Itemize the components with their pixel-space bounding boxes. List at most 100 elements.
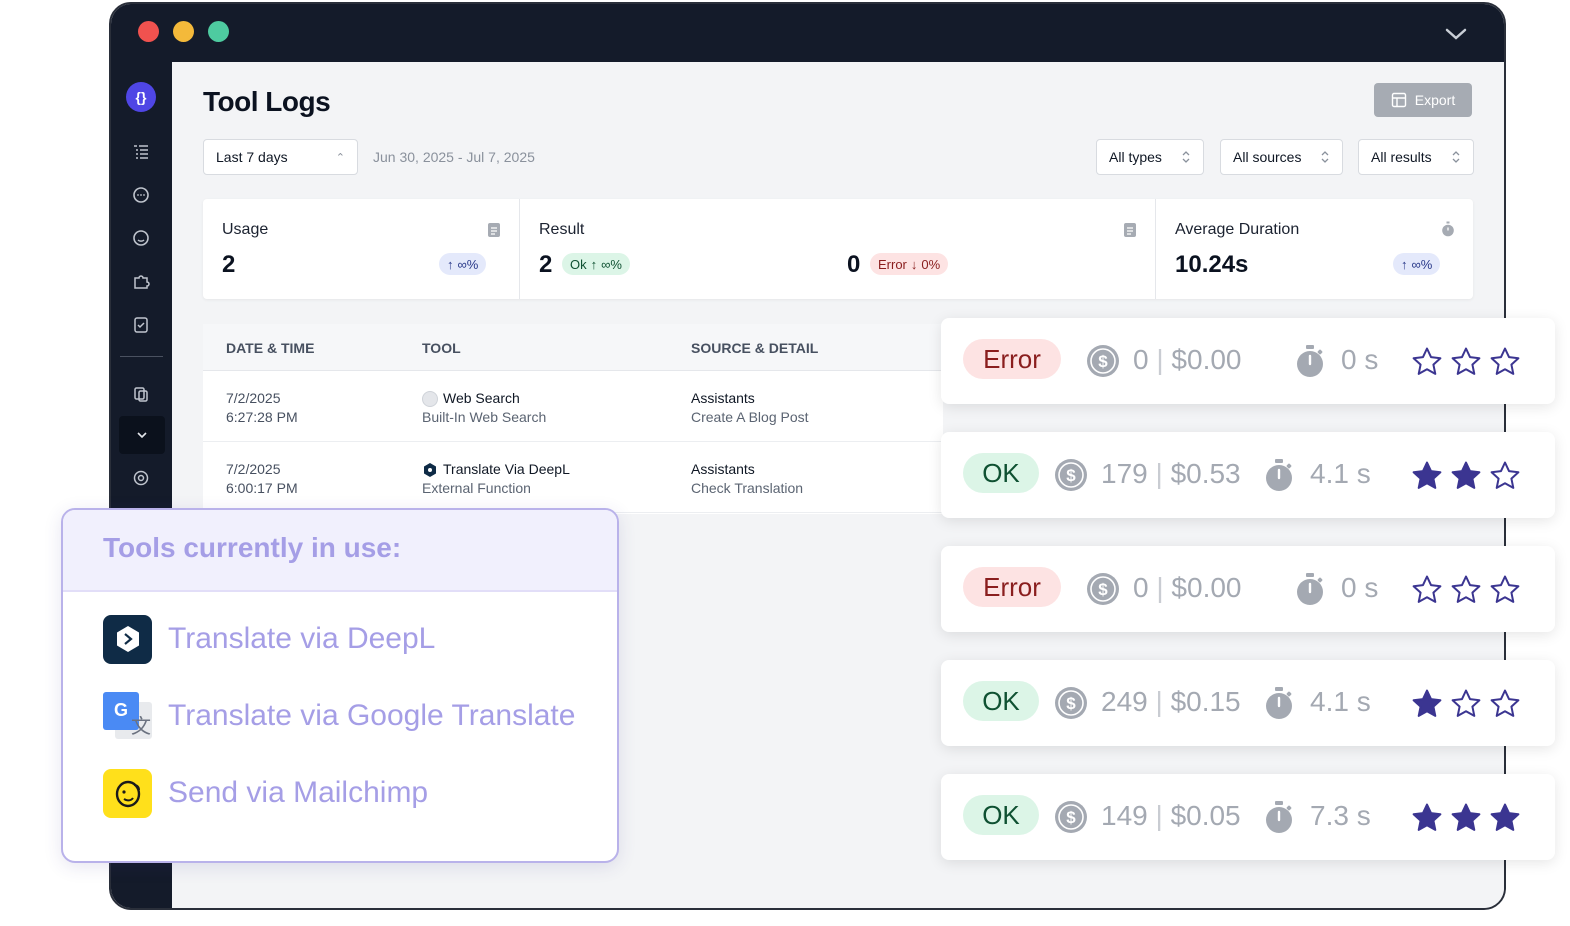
settings-icon[interactable] [129, 466, 153, 490]
row-detail: Create A Blog Post [691, 409, 809, 425]
cost-value: $0.05 [1170, 800, 1241, 831]
dollar-coin-icon: $ [1055, 687, 1087, 719]
results-value: All results [1371, 149, 1432, 165]
result-card[interactable]: OK $179 | $0.53 4.1 s [941, 432, 1555, 518]
cost-value: $0.15 [1170, 686, 1241, 717]
globe-icon [422, 390, 438, 407]
dollar-coin-icon: $ [1087, 345, 1119, 377]
results-filter[interactable]: All results [1358, 139, 1474, 175]
row-tool-sub: Built-In Web Search [422, 409, 547, 425]
duration-delta: ∞% [1411, 256, 1433, 272]
column-header-date[interactable]: DATE & TIME [226, 340, 314, 356]
row-source: Assistants [691, 461, 755, 477]
clipboard-icon [488, 223, 500, 237]
table-row[interactable]: 7/2/2025 6:00:17 PM Translate Via DeepL … [203, 442, 943, 513]
star-outline-icon[interactable] [1489, 460, 1521, 492]
result-error-value: 0 [847, 251, 861, 278]
sources-filter[interactable]: All sources [1220, 139, 1343, 175]
minimize-window-button[interactable] [173, 21, 194, 42]
column-header-source[interactable]: SOURCE & DETAIL [691, 340, 818, 356]
cost-value: $0.53 [1170, 458, 1241, 489]
duration-value: 4.1 s [1310, 686, 1371, 717]
star-outline-icon[interactable] [1411, 574, 1443, 606]
star-outline-icon[interactable] [1489, 574, 1521, 606]
tool-item-google-translate[interactable]: G 文 Translate via Google Translate [103, 691, 575, 741]
sort-arrows-icon [1321, 151, 1329, 163]
star-filled-icon[interactable] [1450, 460, 1482, 492]
date-range-select[interactable]: Last 7 days ⌃ [203, 139, 358, 175]
ok-badge: Ok ↑ ∞% [562, 253, 630, 275]
star-outline-icon[interactable] [1450, 688, 1482, 720]
star-outline-icon[interactable] [1411, 346, 1443, 378]
sidebar-divider [120, 356, 163, 357]
rating-stars[interactable] [1411, 688, 1521, 720]
collapse-toggle[interactable] [119, 416, 165, 454]
tool-item-mailchimp[interactable]: Send via Mailchimp [103, 768, 428, 818]
tokens-cost: 249 | $0.15 [1101, 686, 1241, 718]
table-icon [1391, 92, 1406, 108]
tool-item-deepl[interactable]: Translate via DeepL [103, 614, 435, 664]
row-tool: Web Search [443, 390, 520, 406]
cost-value: $0.00 [1171, 572, 1242, 603]
dollar-coin-icon: $ [1055, 801, 1087, 833]
deepl-icon [103, 614, 152, 664]
column-header-tool[interactable]: TOOL [422, 340, 461, 356]
copy-icon[interactable] [129, 382, 153, 406]
star-outline-icon[interactable] [1489, 688, 1521, 720]
duration-value: 10.24s [1175, 251, 1249, 278]
puzzle-icon[interactable] [129, 269, 153, 293]
status-badge: Error [963, 567, 1061, 607]
smiley-icon[interactable] [129, 226, 153, 250]
chevron-down-icon [137, 432, 147, 439]
date-range-text: Jun 30, 2025 - Jul 7, 2025 [373, 149, 535, 165]
rating-stars[interactable] [1411, 802, 1521, 834]
row-date: 7/2/2025 [226, 461, 281, 477]
result-card[interactable]: OK $249 | $0.15 4.1 s [941, 660, 1555, 746]
duration-value: 7.3 s [1310, 800, 1371, 831]
token-count: 0 [1133, 344, 1149, 375]
types-filter[interactable]: All types [1096, 139, 1204, 175]
maximize-window-button[interactable] [208, 21, 229, 42]
table-row[interactable]: 7/2/2025 6:27:28 PM Web Search Built-In … [203, 371, 943, 442]
star-filled-icon[interactable] [1450, 802, 1482, 834]
dollar-coin-icon: $ [1055, 459, 1087, 491]
rating-stars[interactable] [1411, 346, 1521, 378]
mailchimp-icon [103, 768, 152, 818]
clipboard-icon[interactable] [129, 312, 153, 336]
token-count: 179 [1101, 458, 1148, 489]
arrow-up-icon: ↑ [590, 256, 598, 272]
title-bar [111, 4, 1504, 62]
star-filled-icon[interactable] [1411, 688, 1443, 720]
page-title: Tool Logs [203, 86, 331, 117]
usage-delta-badge: ↑ ∞% [439, 253, 487, 275]
sort-arrows-icon [1452, 151, 1460, 163]
star-outline-icon[interactable] [1489, 346, 1521, 378]
row-time: 6:27:28 PM [226, 409, 298, 425]
row-time: 6:00:17 PM [226, 480, 298, 496]
star-filled-icon[interactable] [1411, 460, 1443, 492]
result-card[interactable]: Error $0 | $0.00 0 s [941, 546, 1555, 632]
tool-label: Send via Mailchimp [168, 776, 429, 809]
star-filled-icon[interactable] [1411, 802, 1443, 834]
star-outline-icon[interactable] [1450, 346, 1482, 378]
source-cell: Assistants Check Translation [691, 460, 803, 498]
duration-label: Average Duration [1175, 221, 1300, 238]
chevron-down-icon[interactable] [1444, 22, 1468, 46]
chat-icon[interactable] [129, 183, 153, 207]
app-logo-icon[interactable]: {} [126, 82, 156, 112]
result-card[interactable]: OK $149 | $0.05 7.3 s [941, 774, 1555, 860]
token-count: 249 [1101, 686, 1148, 717]
duration-value: 4.1 s [1310, 458, 1371, 489]
close-window-button[interactable] [138, 21, 159, 42]
table-header: DATE & TIME TOOL SOURCE & DETAIL [203, 324, 943, 371]
rating-stars[interactable] [1411, 460, 1521, 492]
rating-stars[interactable] [1411, 574, 1521, 606]
clipboard-icon [1124, 223, 1136, 237]
star-filled-icon[interactable] [1489, 802, 1521, 834]
export-button[interactable]: Export [1374, 83, 1472, 117]
tool-label: Translate via Google Translate [168, 699, 576, 732]
result-card[interactable]: Error $0 | $0.00 0 s [941, 318, 1555, 404]
separator: | [1155, 800, 1163, 831]
list-icon[interactable] [129, 140, 153, 164]
star-outline-icon[interactable] [1450, 574, 1482, 606]
